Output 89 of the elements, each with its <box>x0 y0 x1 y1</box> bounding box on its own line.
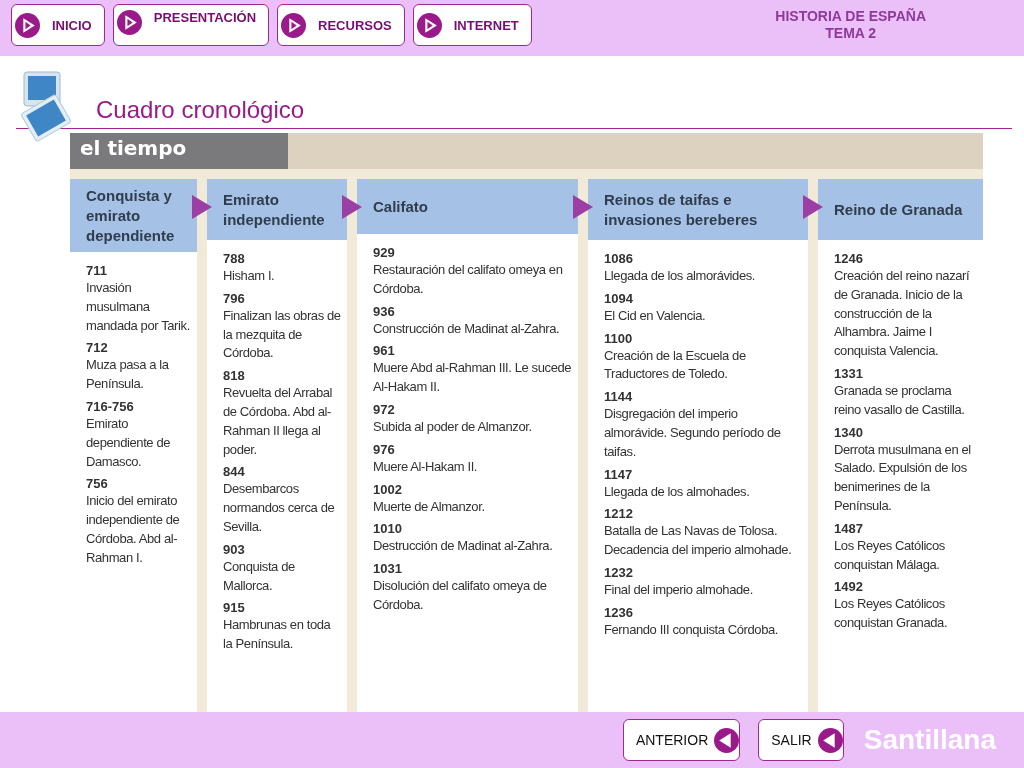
event-year: 915 <box>223 599 246 617</box>
event-text: Fernando III conquista Córdoba. <box>604 620 780 639</box>
play-icon <box>281 12 307 38</box>
event-year: 1031 <box>373 560 403 578</box>
event-year: 972 <box>373 401 396 418</box>
event-text: Desembarcos normandos cerca de Sevilla. <box>223 480 336 536</box>
event-year: 929 <box>373 244 396 261</box>
event-year: 1236 <box>604 603 634 621</box>
event-year: 796 <box>223 289 246 307</box>
event-text: Subida al poder de Almanzor. <box>373 418 533 436</box>
event-year: 1144 <box>604 388 634 406</box>
back-icon <box>817 727 843 753</box>
event-year: 712 <box>86 339 109 357</box>
event-text: Creación de la Escuela de Traductores de Toledo. <box>604 346 747 384</box>
event-year: 1232 <box>604 563 634 581</box>
footer-button[interactable]: ANTERIOR <box>622 719 741 761</box>
event-year: 716-756 <box>86 398 135 415</box>
event-year: 1212 <box>604 505 634 523</box>
event-year: 903 <box>223 540 246 558</box>
event-text: Los Reyes Católicos conquistan Granada. <box>834 595 949 633</box>
event-year: 961 <box>373 342 396 360</box>
period-header: Conquista y emirato dependiente <box>70 179 197 252</box>
play-icon <box>15 12 40 38</box>
event-year: 1010 <box>373 520 403 538</box>
event-text: Inicio del emirato independiente de Córdoba. Abd al-Rahman I. <box>86 492 181 567</box>
event-year: 844 <box>223 463 246 481</box>
event-text: Creación del reino nazarí de Granada. Inicio de la construcción de la Alhambra. Jaime I conquista Valencia. <box>834 267 971 361</box>
event-text: Hisham I. <box>223 267 276 285</box>
footer-button[interactable]: SALIR <box>758 719 844 761</box>
play-icon <box>416 12 442 38</box>
event-year: 711 <box>86 262 108 279</box>
event-text: Muza pasa a la Península. <box>86 356 170 394</box>
event-text: Conquista de Mallorca. <box>223 557 296 595</box>
event-text: Batalla de Las Navas de Tolosa. Decadencia del imperio almohade. <box>604 522 793 560</box>
period-header: Reinos de taifas e invasiones bereberes <box>588 179 808 240</box>
section-label: el tiempo <box>70 133 288 169</box>
event-text: Finalizan las obras de la mezquita de Córdoba. <box>223 306 341 363</box>
event-text: El Cid en Valencia. <box>604 306 707 325</box>
event-year: 818 <box>223 367 246 385</box>
arrow-icon <box>803 195 823 219</box>
event-text: Revuelta del Arrabal de Córdoba. Abd al-Rahman II llega al poder. <box>223 384 334 459</box>
event-text: Hambrunas en toda la Península. <box>223 616 332 654</box>
event-text: Final del imperio almohade. <box>604 580 754 599</box>
event-year: 1246 <box>834 250 864 267</box>
period-header: Califato <box>357 179 578 234</box>
event-year: 1331 <box>834 365 864 382</box>
screens-icon <box>18 70 74 142</box>
event-year: 1492 <box>834 578 864 596</box>
event-text: Los Reyes Católicos conquistan Málaga. <box>834 536 946 574</box>
event-text: Disgregación del imperio almorávide. Segundo período de taifas. <box>604 405 782 461</box>
event-text: Muerte de Almanzor. <box>373 497 486 516</box>
nav-button[interactable]: PRESENTACIÓN <box>112 4 270 46</box>
event-year: 1147 <box>604 465 634 483</box>
event-text: Granada se proclama reino vasallo de Castilla. <box>834 382 966 419</box>
nav-button[interactable]: INICIO <box>11 4 105 46</box>
event-year: 1340 <box>834 423 864 441</box>
event-year: 1002 <box>373 480 403 498</box>
event-text: Emirato dependiente de Damasco. <box>86 415 172 471</box>
event-year: 1100 <box>604 329 634 347</box>
arrow-icon <box>573 195 593 219</box>
event-year: 1487 <box>834 519 864 537</box>
event-text: Construcción de Madinat al-Zahra. <box>373 319 561 338</box>
event-text: Invasión musulmana mandada por Tarik. <box>86 279 191 335</box>
event-text: Disolución del califato omeya de Córdoba. <box>373 577 548 614</box>
back-icon <box>714 727 740 753</box>
event-text: Muere Abd al-Rahman III. Le sucede Al-Hakam II. <box>373 359 572 397</box>
period-header: Emirato independiente <box>207 179 347 240</box>
event-year: 1094 <box>604 289 634 307</box>
event-text: Llegada de los almorávides. <box>604 267 757 285</box>
event-year: 756 <box>86 475 109 493</box>
event-text: Llegada de los almohades. <box>604 482 751 501</box>
event-year: 976 <box>373 440 396 458</box>
event-text: Derrota musulmana en el Salado. Expulsión de los benimerines de la Península. <box>834 440 972 515</box>
event-year: 1086 <box>604 250 634 267</box>
period-header: Reino de Granada <box>818 179 983 240</box>
course-title: HISTORIA DE ESPAÑA <box>775 8 926 25</box>
play-icon <box>116 10 142 35</box>
course-subtitle: TEMA 2 <box>824 25 878 42</box>
arrow-icon <box>192 195 212 219</box>
event-year: 788 <box>223 250 246 267</box>
nav-button[interactable]: RECURSOS <box>277 4 405 46</box>
event-year: 936 <box>373 302 396 320</box>
event-text: Destrucción de Madinat al-Zahra. <box>373 537 554 556</box>
brand-name: Santillana <box>863 724 996 756</box>
arrow-icon <box>342 195 362 219</box>
nav-button[interactable]: INTERNET <box>412 4 532 46</box>
page-title: Cuadro cronológico <box>96 96 305 124</box>
event-text: Muere Al-Hakam II. <box>373 457 479 476</box>
event-text: Restauración del califato omeya en Córdoba. <box>373 261 564 298</box>
